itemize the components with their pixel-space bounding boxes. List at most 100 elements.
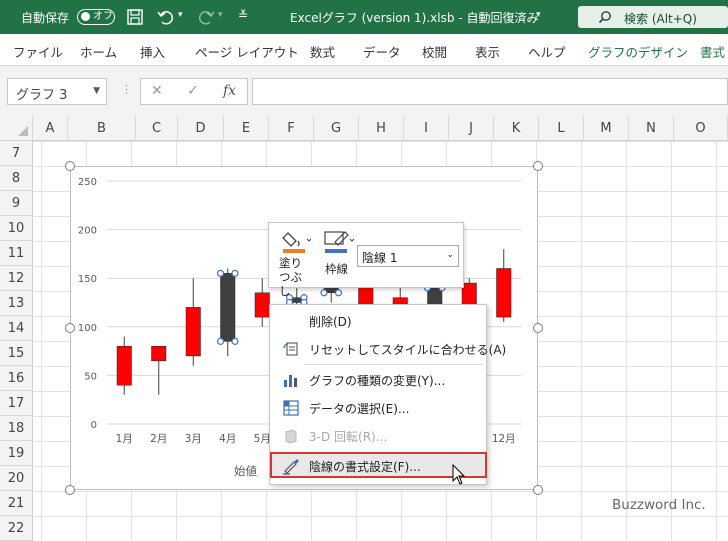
outline-label[interactable]: 枠線 <box>325 261 348 277</box>
selection-handle <box>334 289 343 297</box>
menu-item-label: 削除(D) <box>309 315 352 329</box>
resize-handle[interactable] <box>533 485 543 495</box>
row-header[interactable]: 13 <box>0 291 33 316</box>
save-icon[interactable] <box>125 7 145 27</box>
row-header[interactable]: 17 <box>0 391 33 416</box>
column-header[interactable]: G <box>314 116 359 141</box>
up-candle <box>254 292 270 318</box>
watermark: Buzzword Inc. <box>612 497 706 513</box>
menu-item-label: データの選択(E)... <box>309 402 410 416</box>
menu-item-label: リセットしてスタイルに合わせる(A) <box>309 343 507 357</box>
tab-insert[interactable]: 挿入 <box>140 42 165 61</box>
column-header[interactable]: L <box>539 116 584 141</box>
down-candle <box>220 273 236 342</box>
chevron-down-icon: ⌄ <box>446 250 454 260</box>
row-header[interactable]: 9 <box>0 191 33 216</box>
customize-qat-icon[interactable]: ≚ <box>238 8 248 22</box>
tab-view[interactable]: 表示 <box>475 42 500 61</box>
x-axis-title[interactable]: 始値 <box>234 463 257 479</box>
x-tick-label: 3月 <box>185 433 202 445</box>
column-header[interactable]: I <box>404 116 449 141</box>
title-dropdown-icon[interactable]: ▾ <box>536 10 541 20</box>
tab-formulas[interactable]: 数式 <box>310 42 335 61</box>
cancel-icon[interactable]: ✕ <box>151 83 163 99</box>
outline-pen-icon[interactable] <box>323 229 355 255</box>
column-header[interactable]: D <box>178 116 224 141</box>
row-header[interactable]: 15 <box>0 341 33 366</box>
row-header[interactable]: 14 <box>0 316 33 341</box>
menu-item-select-data[interactable]: データの選択(E)... <box>270 395 486 421</box>
file-title: Excelグラフ (version 1).xlsb - 自動回復済み <box>290 11 539 25</box>
y-tick-label: 100 <box>78 323 97 334</box>
function-icon[interactable]: fx <box>223 83 236 99</box>
tab-review[interactable]: 校閲 <box>422 42 447 61</box>
column-header[interactable]: J <box>449 116 494 141</box>
name-box-value: グラフ 3 <box>16 88 68 103</box>
row-header[interactable]: 12 <box>0 266 33 291</box>
x-tick-label: 4月 <box>219 433 236 445</box>
rotate-3d-icon <box>285 429 297 444</box>
up-candle <box>116 345 132 386</box>
resize-handle[interactable] <box>65 323 75 333</box>
reset-style-icon <box>283 342 298 356</box>
column-header[interactable]: N <box>629 116 674 141</box>
search-box[interactable]: 検索 (Alt+Q) <box>578 6 728 28</box>
row-header[interactable]: 22 <box>0 516 33 541</box>
select-all-corner[interactable] <box>0 116 33 141</box>
resize-handle[interactable] <box>533 323 543 333</box>
column-header[interactable]: K <box>494 116 539 141</box>
selection-handle <box>216 337 225 345</box>
formula-input[interactable] <box>252 78 728 105</box>
autosave-toggle[interactable]: オフ <box>77 9 115 25</box>
column-header[interactable]: E <box>224 116 269 141</box>
tab-file[interactable]: ファイル <box>13 42 63 61</box>
menu-item-label: グラフの種類の変更(Y)... <box>309 374 446 388</box>
row-header[interactable]: 21 <box>0 491 33 516</box>
resize-handle[interactable] <box>65 485 75 495</box>
selection-handle <box>216 269 225 277</box>
selection-handle <box>320 289 328 297</box>
column-header[interactable]: C <box>136 116 178 141</box>
menu-separator <box>304 364 484 365</box>
fill-bucket-icon[interactable] <box>281 229 311 255</box>
column-header[interactable]: O <box>674 116 728 141</box>
x-tick-label: 1月 <box>116 433 133 445</box>
toggle-knob <box>81 12 90 21</box>
column-header[interactable]: F <box>269 116 314 141</box>
selection-handle <box>231 337 239 345</box>
row-header[interactable]: 16 <box>0 366 33 391</box>
tab-help[interactable]: ヘルプ <box>528 42 566 61</box>
menu-item-change-chart-type[interactable]: グラフの種類の変更(Y)... <box>270 367 486 393</box>
tab-chart-design[interactable]: グラフのデザイン <box>588 42 688 61</box>
tab-data[interactable]: データ <box>363 42 401 61</box>
enter-icon[interactable]: ✓ <box>187 83 199 99</box>
fill-label[interactable]: 塗りつぶし <box>279 256 309 298</box>
undo-icon[interactable] <box>156 7 176 27</box>
row-header[interactable]: 20 <box>0 466 33 491</box>
row-header[interactable]: 11 <box>0 241 33 266</box>
column-header[interactable]: H <box>359 116 404 141</box>
row-header[interactable]: 8 <box>0 166 33 191</box>
tab-home[interactable]: ホーム <box>80 42 117 61</box>
column-header[interactable]: A <box>33 116 68 141</box>
undo-dropdown-icon[interactable]: ▾ <box>178 10 183 20</box>
y-tick-label: 150 <box>78 274 97 285</box>
menu-item-reset-style[interactable]: リセットしてスタイルに合わせる(A) <box>270 336 506 362</box>
tab-page-layout[interactable]: ページ レイアウト <box>195 42 299 61</box>
series-select[interactable]: 陰線 1 ⌄ <box>357 245 459 267</box>
autosave-state: オフ <box>93 11 113 22</box>
selection-handle <box>231 269 239 277</box>
row-header[interactable]: 18 <box>0 416 33 441</box>
y-tick-label: 200 <box>78 226 97 237</box>
name-box[interactable]: グラフ 3 ▼ <box>7 78 107 105</box>
resize-handle[interactable] <box>533 161 543 171</box>
column-header[interactable]: M <box>584 116 629 141</box>
tab-format[interactable]: 書式 <box>700 42 725 61</box>
column-header[interactable]: B <box>68 116 136 141</box>
row-header[interactable]: 19 <box>0 441 33 466</box>
row-header[interactable]: 7 <box>0 141 33 166</box>
chevron-down-icon[interactable]: ▼ <box>93 86 100 96</box>
row-header[interactable]: 10 <box>0 216 33 241</box>
menu-item-delete[interactable]: 削除(D) <box>270 308 486 334</box>
resize-handle[interactable] <box>65 161 75 171</box>
